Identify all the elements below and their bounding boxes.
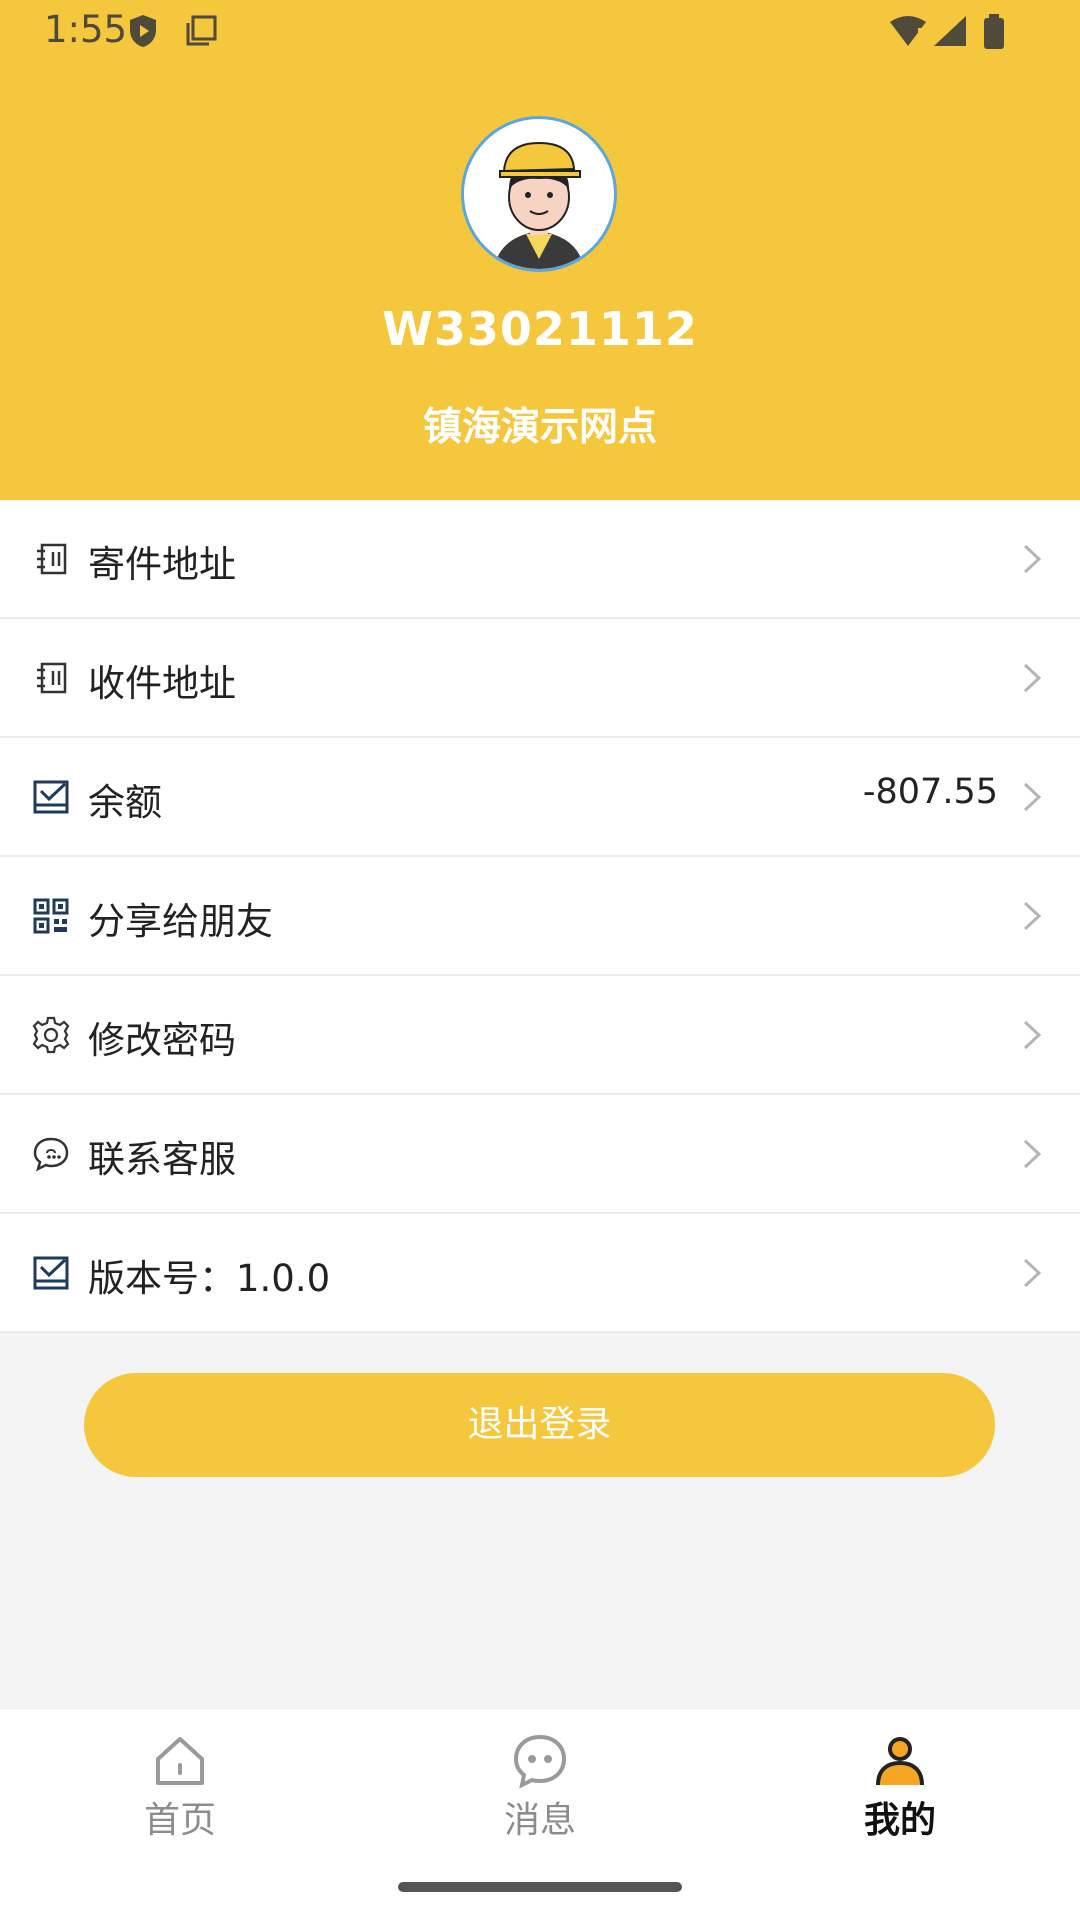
address-book-icon <box>37 543 67 575</box>
user-id: W33021112 <box>382 302 698 356</box>
chevron-right-icon <box>1023 663 1042 693</box>
wifi-icon <box>890 16 926 46</box>
chevron-right-icon <box>1023 1139 1042 1169</box>
menu-item-share[interactable]: 分享给朋友 <box>0 857 1080 976</box>
tab-label: 消息 <box>503 1800 576 1841</box>
home-indicator[interactable] <box>398 1882 682 1892</box>
tab-label: 我的 <box>863 1800 936 1841</box>
menu-item-customer-service[interactable]: 联系客服 <box>0 1095 1080 1214</box>
gear-icon <box>32 1016 70 1054</box>
chevron-right-icon <box>1023 1258 1042 1288</box>
message-icon <box>513 1734 567 1789</box>
signal-icon <box>934 16 966 46</box>
menu-label: 联系客服 <box>88 1138 236 1181</box>
inbox-icon <box>33 1256 69 1290</box>
tab-profile[interactable]: 我的 <box>800 1733 1000 1843</box>
menu-label: 寄件地址 <box>88 543 236 586</box>
menu-label: 修改密码 <box>88 1019 236 1062</box>
chat-bubble-icon <box>33 1137 69 1172</box>
screenshot-icon <box>186 15 217 46</box>
menu-label: 余额 <box>88 781 162 824</box>
chevron-right-icon <box>1023 782 1042 812</box>
menu-item-change-password[interactable]: 修改密码 <box>0 976 1080 1095</box>
logout-button[interactable]: 退出登录 <box>84 1373 995 1477</box>
menu-label: 收件地址 <box>88 662 236 705</box>
chevron-right-icon <box>1023 544 1042 574</box>
status-bar: 1:55 <box>0 0 1080 64</box>
menu-item-receive-address[interactable]: 收件地址 <box>0 619 1080 738</box>
chevron-right-icon <box>1023 1020 1042 1050</box>
menu-label: 版本号：1.0.0 <box>88 1257 331 1300</box>
courier-avatar-icon <box>464 119 614 269</box>
station-name: 镇海演示网点 <box>422 405 657 450</box>
qr-code-icon <box>33 898 69 934</box>
profile-icon <box>876 1737 924 1786</box>
avatar[interactable] <box>461 116 617 272</box>
profile-header: 1:55 W33021112 镇海演示网点 <box>0 0 1080 500</box>
chevron-right-icon <box>1023 901 1042 931</box>
menu-item-send-address[interactable]: 寄件地址 <box>0 500 1080 619</box>
inbox-icon <box>33 780 69 814</box>
menu-item-balance[interactable]: 余额 -807.55 <box>0 738 1080 857</box>
battery-icon <box>984 14 1004 49</box>
menu-label: 分享给朋友 <box>88 900 273 943</box>
menu-item-version[interactable]: 版本号：1.0.0 <box>0 1214 1080 1333</box>
address-book-icon <box>37 662 67 694</box>
settings-menu: 寄件地址 收件地址 余额 -807.55 分享给朋友 修改密码 联系客服 版本号… <box>0 500 1080 1333</box>
tab-label: 首页 <box>143 1800 216 1841</box>
tab-messages[interactable]: 消息 <box>440 1733 640 1843</box>
shield-play-icon <box>130 15 156 47</box>
home-icon <box>156 1737 204 1785</box>
balance-value: -807.55 <box>862 772 998 812</box>
status-time: 1:55 <box>44 8 128 51</box>
tab-home[interactable]: 首页 <box>80 1733 280 1843</box>
